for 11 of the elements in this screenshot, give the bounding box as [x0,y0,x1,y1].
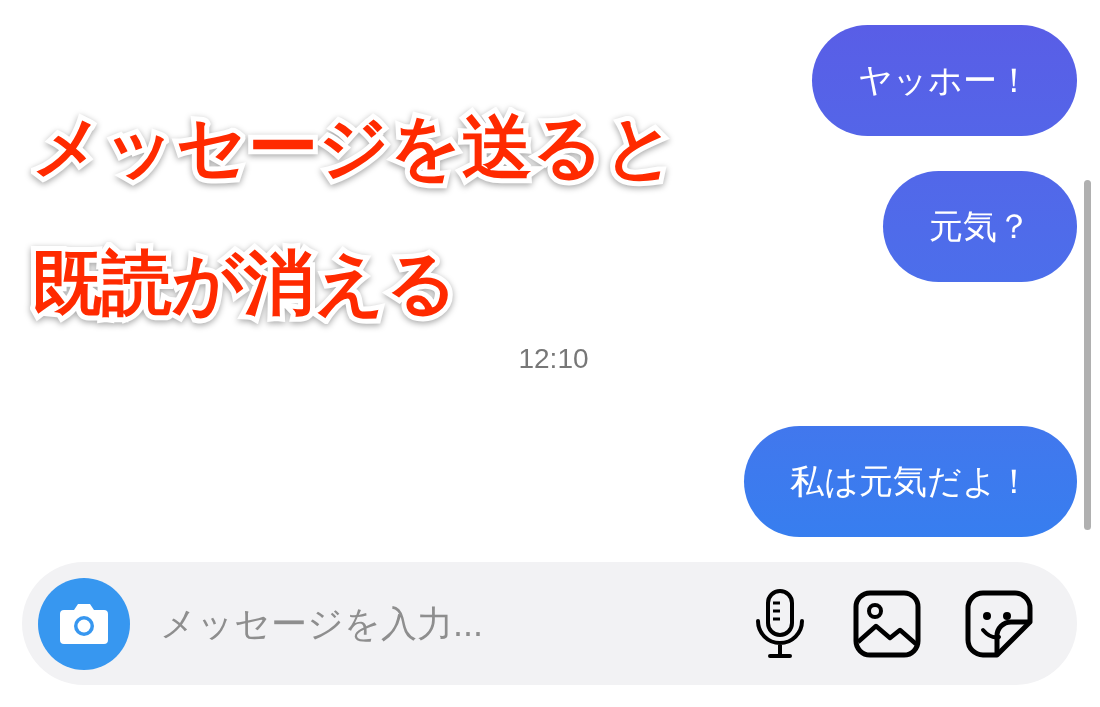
timestamp: 12:10 [518,345,589,373]
camera-icon [58,601,110,646]
caption-text: メッセージを送ると [32,107,676,188]
sticker-icon[interactable] [965,589,1033,658]
gallery-icon[interactable] [853,589,921,658]
message-bubble: 私は元気だよ！ [744,426,1077,537]
message-bubble: 元気？ [883,171,1077,282]
message-bubble: ヤッホー！ [812,25,1077,136]
microphone-icon[interactable] [753,588,807,659]
message-input[interactable]: メッセージを入力... [160,596,743,651]
caption-text: 既読が消える [32,243,459,324]
